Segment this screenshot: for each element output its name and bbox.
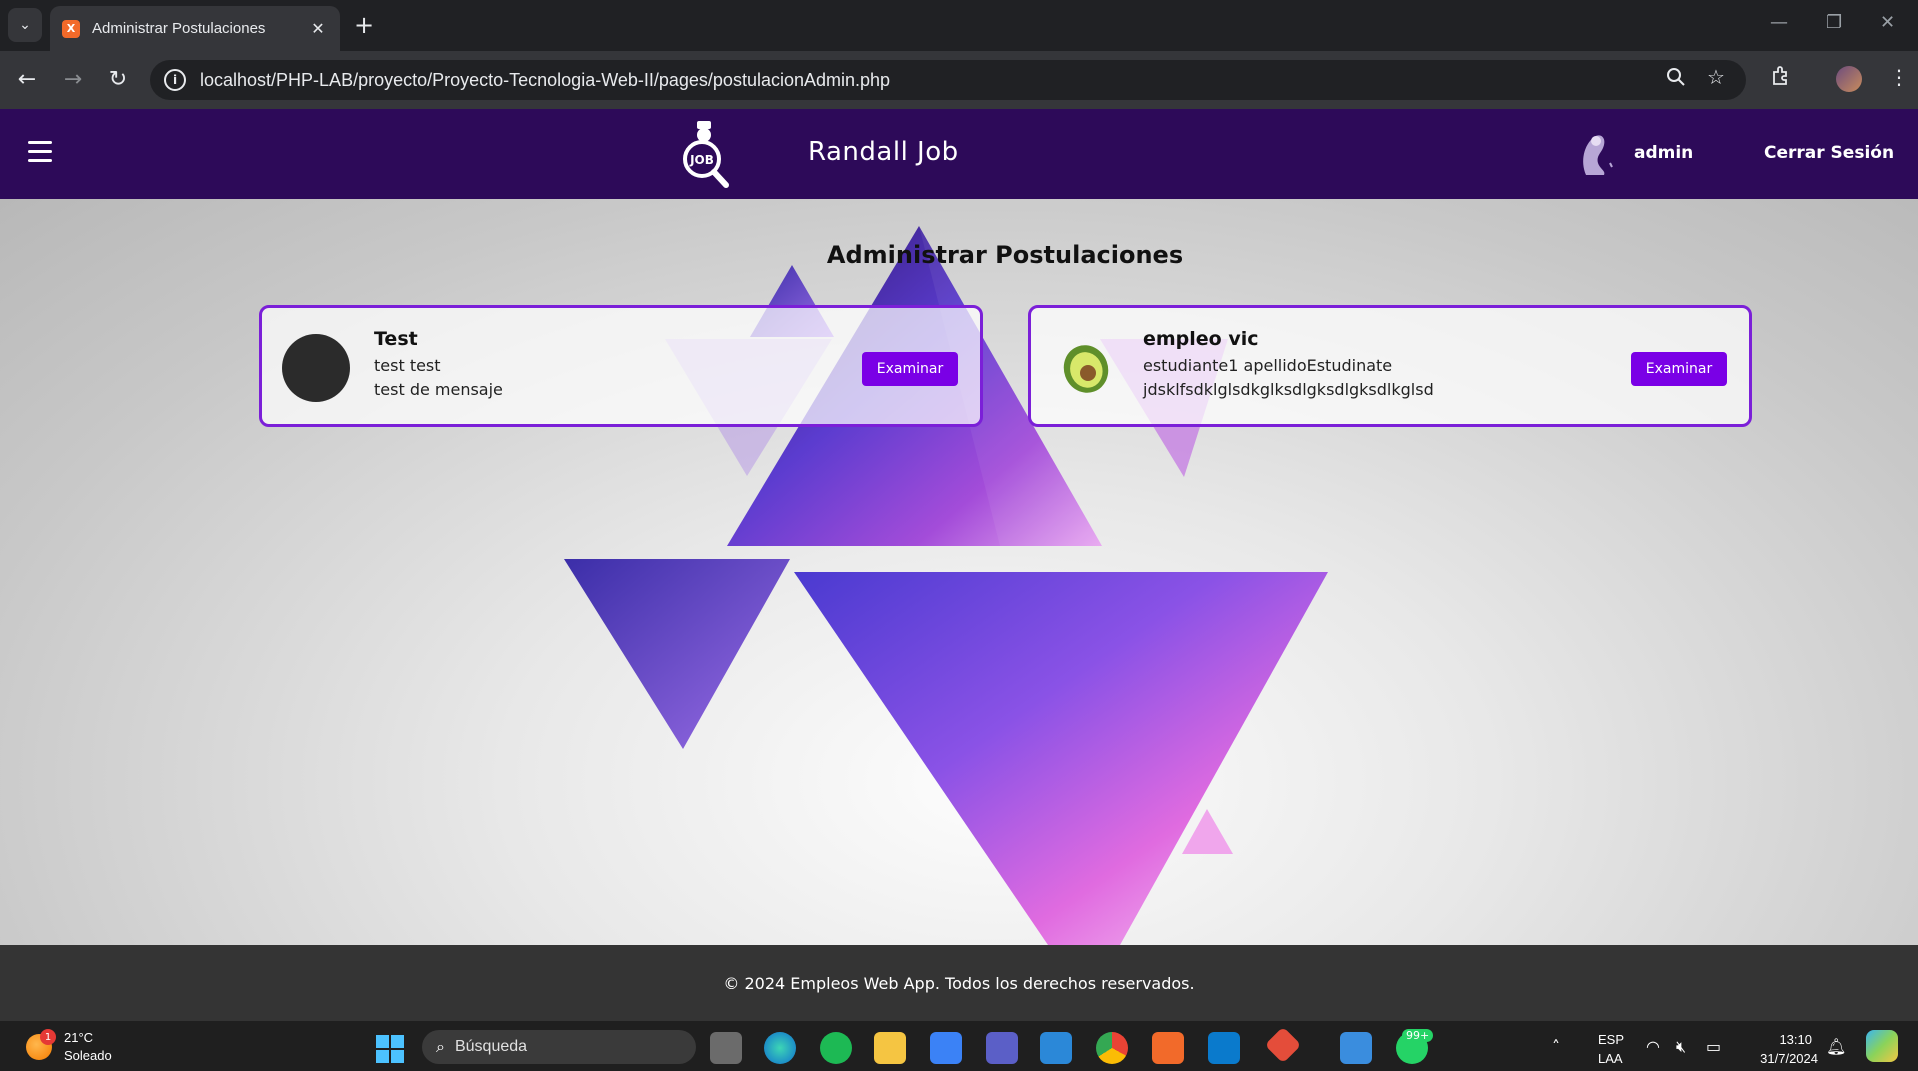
windows-taskbar: 1 21°C Soleado ⌕ Búsqueda <box>0 1021 1918 1071</box>
randall-job-logo-icon: JOB <box>683 121 729 188</box>
bookmark-star-icon[interactable]: ☆ <box>1707 65 1725 89</box>
spotify-icon[interactable] <box>820 1032 852 1064</box>
language-top[interactable]: ESP <box>1598 1032 1624 1047</box>
vscode-icon[interactable] <box>1208 1032 1240 1064</box>
notification-bell-icon[interactable]: 🔔︎ <box>1826 1037 1846 1056</box>
postulacion-card: empleo vic estudiante1 apellidoEstudinat… <box>1028 305 1752 427</box>
windows-start-icon[interactable] <box>376 1035 404 1063</box>
whatsapp-unread-badge: 99+ <box>1402 1029 1434 1042</box>
postulacion-card: Test test test test de mensaje Examinar <box>259 305 983 427</box>
address-bar[interactable]: i localhost/PHP-LAB/proyecto/Proyecto-Te… <box>150 60 1746 100</box>
minimize-window-button[interactable]: — <box>1770 12 1788 33</box>
microsoft-store-icon[interactable] <box>930 1032 962 1064</box>
postulacion-message: jdsklfsdklglsdkglksdlgksdlgksdlkglsd <box>1143 380 1434 399</box>
notepad-icon[interactable] <box>1340 1032 1372 1064</box>
clock-date[interactable]: 31/7/2024 <box>1738 1051 1818 1066</box>
speaker-muted-icon[interactable]: 🔇︎ <box>1676 1037 1686 1057</box>
clock-time[interactable]: 13:10 <box>1742 1032 1812 1047</box>
site-header: JOB Randall Job admin Cerrar Sesión <box>0 109 1918 199</box>
edge-browser-icon[interactable] <box>764 1032 796 1064</box>
copilot-icon[interactable] <box>1866 1030 1898 1062</box>
zoom-icon[interactable] <box>1666 67 1686 92</box>
reload-button[interactable]: ↻ <box>103 65 133 95</box>
site-info-icon[interactable]: i <box>164 69 186 91</box>
site-footer: © 2024 Empleos Web App. Todos los derech… <box>0 945 1918 1021</box>
examinar-button[interactable]: Examinar <box>1631 352 1727 386</box>
dark-circle-avatar <box>282 334 350 402</box>
tab-close-icon[interactable]: ✕ <box>308 19 328 38</box>
logout-link[interactable]: Cerrar Sesión <box>1764 143 1894 163</box>
postulacion-title: empleo vic <box>1143 328 1259 350</box>
browser-toolbar: ← → ↻ i localhost/PHP-LAB/proyecto/Proye… <box>0 51 1918 109</box>
logo-text: JOB <box>689 153 714 167</box>
tab-title: Administrar Postulaciones <box>92 20 266 37</box>
taskbar-search-box[interactable]: ⌕ Búsqueda <box>422 1030 696 1064</box>
user-name[interactable]: admin <box>1634 143 1693 163</box>
browser-menu-icon[interactable]: ⋮ <box>1889 65 1909 89</box>
footer-copyright: © 2024 Empleos Web App. Todos los derech… <box>723 973 1195 993</box>
hamburger-menu-icon[interactable] <box>28 141 52 163</box>
mail-icon[interactable] <box>1040 1032 1072 1064</box>
language-bottom[interactable]: LAA <box>1598 1051 1623 1066</box>
user-avatar[interactable] <box>1576 131 1618 177</box>
browser-tabstrip: ⌄ X Administrar Postulaciones ✕ + — ❐ ✕ <box>0 0 1918 51</box>
browser-profile-avatar[interactable] <box>1836 66 1862 92</box>
main-content: Administrar Postulaciones Test test test… <box>0 199 1918 945</box>
search-icon: ⌕ <box>436 1037 445 1056</box>
new-tab-button[interactable]: + <box>354 10 374 40</box>
page-title: Administrar Postulaciones <box>826 241 1184 269</box>
xampp-favicon-icon: X <box>62 19 80 38</box>
taskbar-search-placeholder: Búsqueda <box>454 1038 528 1055</box>
back-button[interactable]: ← <box>12 65 42 95</box>
postulante-name: test test <box>374 356 441 375</box>
avocado-avatar <box>1063 345 1109 393</box>
examinar-button[interactable]: Examinar <box>862 352 958 386</box>
teams-icon[interactable] <box>986 1032 1018 1064</box>
extensions-icon[interactable] <box>1770 65 1792 92</box>
git-icon[interactable] <box>1264 1026 1302 1064</box>
tab-search-button[interactable]: ⌄ <box>8 8 42 42</box>
restore-window-button[interactable]: ❐ <box>1826 12 1842 33</box>
postulacion-message: test de mensaje <box>374 380 503 399</box>
brand-title[interactable]: Randall Job <box>808 137 959 167</box>
wifi-icon[interactable]: ◠ <box>1646 1037 1660 1056</box>
weather-badge: 1 <box>40 1029 56 1045</box>
url-text: localhost/PHP-LAB/proyecto/Proyecto-Tecn… <box>200 69 891 90</box>
tray-overflow-chevron-icon[interactable]: ˄ <box>1552 1037 1560 1056</box>
weather-temperature[interactable]: 21°C <box>64 1030 93 1045</box>
weather-description[interactable]: Soleado <box>64 1048 112 1063</box>
postulante-name: estudiante1 apellidoEstudinate <box>1143 356 1393 375</box>
xampp-icon[interactable] <box>1152 1032 1184 1064</box>
file-explorer-icon[interactable] <box>874 1032 906 1064</box>
browser-tab-active[interactable]: X Administrar Postulaciones ✕ <box>50 6 340 51</box>
task-view-icon[interactable] <box>710 1032 742 1064</box>
forward-button[interactable]: → <box>58 65 88 95</box>
postulacion-title: Test <box>374 328 418 350</box>
chrome-icon[interactable] <box>1096 1032 1128 1064</box>
close-window-button[interactable]: ✕ <box>1880 12 1895 33</box>
battery-icon[interactable]: ▭ <box>1706 1037 1721 1056</box>
